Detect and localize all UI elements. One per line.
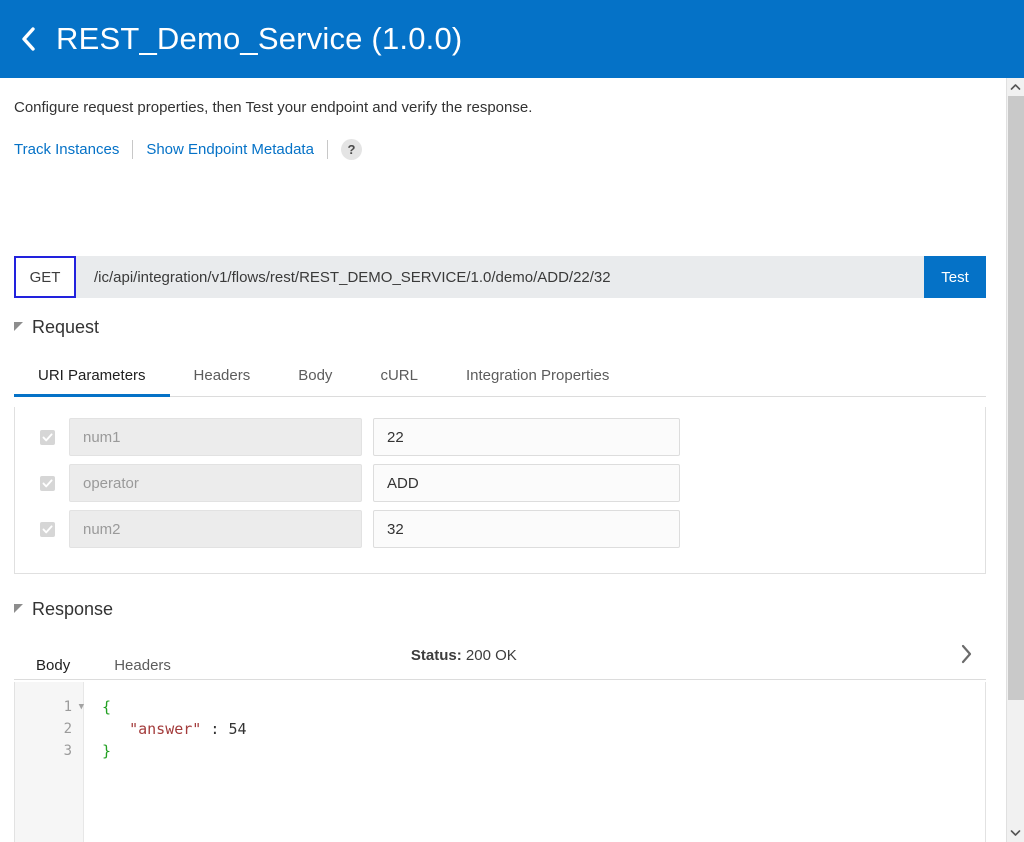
request-section-label: Request [32, 317, 100, 337]
tab-response-headers[interactable]: Headers [92, 636, 193, 687]
chevron-right-icon [958, 642, 974, 671]
code-token-punc: : [201, 720, 229, 738]
line-number: 2 [63, 721, 72, 737]
response-json-code[interactable]: { "answer" : 54 } [84, 682, 985, 842]
param-checkbox [40, 429, 55, 445]
table-row: operator ADD [15, 464, 985, 502]
code-token-brace: { [102, 698, 112, 716]
tab-body[interactable]: Body [274, 367, 356, 397]
status-badge: Status: 200 OK [411, 647, 517, 674]
test-button[interactable]: Test [924, 256, 986, 298]
endpoint-url-input[interactable]: /ic/api/integration/v1/flows/rest/REST_D… [76, 256, 924, 298]
status-label: Status: [410, 646, 462, 664]
table-row: num1 22 [15, 418, 985, 456]
param-name-field: num1 [69, 418, 362, 456]
page-header: REST_Demo_Service (1.0.0) [0, 0, 1024, 78]
collapse-triangle-icon [14, 604, 23, 613]
table-row: num2 32 [15, 510, 985, 548]
param-value-input[interactable]: 22 [373, 418, 680, 456]
tab-uri-parameters[interactable]: URI Parameters [14, 367, 170, 397]
link-separator-2 [326, 139, 328, 159]
request-tab-strip: URI Parameters Headers Body cURL Integra… [14, 366, 986, 397]
status-value: 200 OK [465, 646, 517, 664]
code-token-num: 54 [228, 720, 247, 738]
check-icon [42, 432, 53, 441]
link-separator-1 [132, 139, 134, 159]
track-instances-link[interactable]: Track Instances [14, 141, 119, 158]
request-section-header[interactable]: Request [14, 317, 99, 338]
content-area: Configure request properties, then Test … [0, 78, 1006, 842]
param-name-field: operator [69, 464, 362, 502]
line-number-text: 1 [63, 699, 72, 715]
line-number: 1 ▼ [15, 696, 84, 718]
code-token-key: "answer" [129, 720, 202, 738]
code-token-punc [102, 720, 129, 738]
code-token-brace: } [102, 742, 112, 760]
page-title: REST_Demo_Service (1.0.0) [56, 21, 463, 56]
show-endpoint-metadata-link[interactable]: Show Endpoint Metadata [146, 141, 314, 158]
param-name-field: num2 [69, 510, 362, 548]
expand-response-button[interactable] [958, 642, 986, 679]
help-icon[interactable]: ? [340, 138, 362, 160]
back-button[interactable] [0, 0, 56, 78]
tab-curl[interactable]: cURL [356, 367, 442, 397]
tab-headers[interactable]: Headers [170, 367, 275, 397]
response-body-editor[interactable]: 1 ▼ 2 3 { "answer" : 54 } [14, 682, 986, 842]
scrollbar-thumb[interactable] [1008, 96, 1024, 700]
rest-endpoint-test-page: REST_Demo_Service (1.0.0) Configure requ… [0, 0, 1024, 842]
uri-parameters-panel: num1 22 operator ADD num2 32 [14, 407, 986, 574]
param-value-input[interactable]: ADD [373, 464, 680, 502]
response-tab-strip: Body Headers Status: 200 OK [14, 641, 986, 687]
response-section-label: Response [32, 599, 114, 619]
param-checkbox [40, 521, 55, 537]
chevron-up-icon [1010, 78, 1021, 96]
collapse-triangle-icon [14, 322, 23, 331]
endpoint-url-bar: GET /ic/api/integration/v1/flows/rest/RE… [14, 256, 986, 298]
param-value-input[interactable]: 32 [373, 510, 680, 548]
tab-integration-properties[interactable]: Integration Properties [442, 367, 633, 397]
tab-response-body[interactable]: Body [14, 636, 93, 687]
vertical-scrollbar[interactable] [1006, 78, 1024, 842]
check-icon [42, 478, 53, 487]
line-number: 3 [63, 743, 72, 759]
param-checkbox [40, 475, 55, 491]
chevron-down-icon [1010, 824, 1021, 842]
action-link-row: Track Instances Show Endpoint Metadata ? [14, 138, 362, 160]
editor-gutter: 1 ▼ 2 3 [15, 682, 84, 842]
scroll-down-button[interactable] [1007, 824, 1024, 842]
chevron-left-icon [20, 26, 37, 52]
scroll-up-button[interactable] [1007, 78, 1024, 96]
page-description: Configure request properties, then Test … [14, 99, 533, 116]
fold-toggle-icon[interactable]: ▼ [72, 696, 84, 718]
http-method-selector[interactable]: GET [14, 256, 76, 298]
check-icon [42, 524, 53, 533]
response-section-header[interactable]: Response [14, 599, 113, 620]
